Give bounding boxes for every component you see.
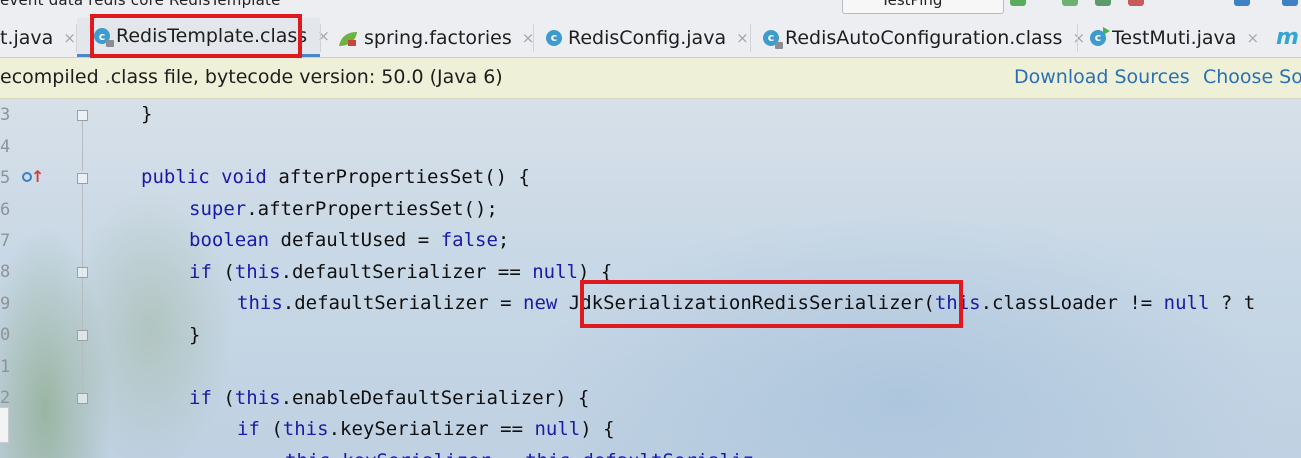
code-line: super.afterPropertiesSet(); xyxy=(189,198,498,220)
code-token: afterPropertiesSet() { xyxy=(278,166,530,188)
code-line: if (this.enableDefaultSerializer) { xyxy=(189,387,589,409)
code-keyword: this xyxy=(234,261,281,283)
profile-icon[interactable] xyxy=(1128,0,1144,6)
decompiled-notice-banner: ecompiled .class file, bytecode version:… xyxy=(0,58,1301,99)
tab-label: RedisConfig.java xyxy=(568,26,727,49)
code-token: .keySerializer == xyxy=(328,418,524,440)
highlight-box-code xyxy=(580,280,963,328)
line-number: 0 xyxy=(0,325,11,345)
code-token: ) { xyxy=(580,418,615,440)
code-token: .defaultSerializer = xyxy=(282,292,512,314)
run-icon[interactable] xyxy=(1010,0,1026,6)
line-number: 2 xyxy=(0,388,11,408)
code-keyword: void xyxy=(221,166,267,188)
code-keyword: if xyxy=(237,418,260,440)
code-line: if (this.keySerializer == null) { xyxy=(237,418,615,440)
code-token: ( xyxy=(223,261,235,283)
code-token: ; xyxy=(497,229,510,251)
close-icon[interactable]: × xyxy=(1246,29,1259,47)
code-keyword: this xyxy=(237,292,283,314)
code-token: } xyxy=(141,103,153,125)
class-locked-icon: c xyxy=(763,29,783,49)
code-line: } xyxy=(141,103,152,125)
line-number: 8 xyxy=(0,262,11,282)
code-line: } xyxy=(189,324,200,346)
tab-redisconfig-java[interactable]: c RedisConfig.java × xyxy=(534,18,750,57)
code-keyword: boolean xyxy=(189,229,270,251)
run-configuration-select[interactable]: TestPing xyxy=(842,0,1004,14)
scroll-handle[interactable] xyxy=(0,407,9,443)
code-token: } xyxy=(189,324,201,346)
class-run-icon: c xyxy=(1090,26,1110,46)
line-number: 1 xyxy=(0,357,11,377)
tab-redisautoconfiguration-class[interactable]: c RedisAutoConfiguration.class × xyxy=(751,18,1085,57)
editor-tab-bar: t.java × c RedisTemplate.class × spring.… xyxy=(0,14,1301,58)
tab-spring-factories[interactable]: spring.factories × xyxy=(321,18,534,57)
code-token: defaultUsed = xyxy=(280,229,430,251)
code-token: ( xyxy=(223,387,235,409)
code-keyword: public xyxy=(141,166,210,188)
fold-marker-icon[interactable] xyxy=(77,393,88,404)
class-icon: c xyxy=(546,29,562,46)
fold-marker-icon[interactable] xyxy=(77,330,88,341)
go-to-super-arrow-icon[interactable]: ↑ xyxy=(31,167,44,186)
code-line: public void afterPropertiesSet() { xyxy=(141,166,530,188)
code-line: boolean defaultUsed = false; xyxy=(189,229,509,251)
code-keyword: null xyxy=(532,261,578,283)
line-number: 4 xyxy=(0,137,11,157)
breadcrumb[interactable]: event data redis core RedisTemplate xyxy=(0,0,281,9)
tab-label: TestMuti.java xyxy=(1112,26,1237,49)
line-number: 3 xyxy=(0,105,11,125)
code-line: if (this.defaultSerializer == null) { xyxy=(189,261,612,283)
code-token: .enableDefaultSerializer) { xyxy=(280,387,590,409)
fold-marker-icon[interactable] xyxy=(77,267,88,278)
tab-label: spring.factories xyxy=(364,26,512,49)
close-icon[interactable]: × xyxy=(63,29,76,47)
code-keyword: new xyxy=(523,292,558,314)
code-keyword: if xyxy=(189,387,212,409)
code-line-cut: this.keySerializer = this.defaultSeriali… xyxy=(285,450,754,458)
coverage-icon[interactable] xyxy=(1095,0,1111,6)
line-number: 5 xyxy=(0,168,11,188)
line-number: 9 xyxy=(0,294,11,314)
tab-t-java[interactable]: t.java × xyxy=(0,18,76,57)
code-token: .afterPropertiesSet(); xyxy=(246,198,498,220)
code-keyword: this xyxy=(234,387,281,409)
search-everywhere-icon[interactable] xyxy=(1282,0,1298,6)
line-number: 6 xyxy=(0,200,11,220)
code-token: ? t xyxy=(1220,292,1256,314)
code-token: .classLoader != xyxy=(980,292,1153,314)
project-structure-icon[interactable] xyxy=(1234,0,1250,6)
banner-message: ecompiled .class file, bytecode version:… xyxy=(0,66,503,88)
code-keyword: null xyxy=(534,418,581,440)
line-number: 7 xyxy=(0,231,11,251)
fold-marker-icon[interactable] xyxy=(77,110,88,121)
run-configuration-label: TestPing xyxy=(881,0,943,9)
tab-label: t.java xyxy=(0,26,54,49)
code-keyword: null xyxy=(1163,292,1210,314)
code-keyword: false xyxy=(440,229,498,251)
fold-marker-icon[interactable] xyxy=(77,173,88,184)
more-tabs-button[interactable]: m xyxy=(1276,18,1301,57)
code-token: ( xyxy=(271,418,283,440)
fold-guide xyxy=(82,121,83,171)
code-keyword: super xyxy=(189,198,247,220)
tab-label: RedisAutoConfiguration.class xyxy=(785,26,1063,49)
code-editor[interactable]: 3 4 5 6 7 8 9 0 1 2 3 ↑ } public void af… xyxy=(0,99,1301,458)
debug-icon[interactable] xyxy=(1062,0,1078,6)
close-icon[interactable]: × xyxy=(736,29,749,47)
highlight-box-tab xyxy=(90,14,302,58)
code-token: .defaultSerializer == xyxy=(280,261,521,283)
tab-testmuti-java[interactable]: c TestMuti.java × xyxy=(1078,18,1268,57)
choose-sources-link[interactable]: Choose Sou xyxy=(1203,66,1301,88)
code-keyword: if xyxy=(189,261,212,283)
download-sources-link[interactable]: Download Sources xyxy=(1014,66,1190,88)
fold-guide xyxy=(82,341,83,399)
maven-icon: m xyxy=(1276,25,1299,50)
code-keyword: this xyxy=(282,418,329,440)
spring-leaf-icon xyxy=(338,30,358,46)
fold-guide xyxy=(82,184,83,344)
